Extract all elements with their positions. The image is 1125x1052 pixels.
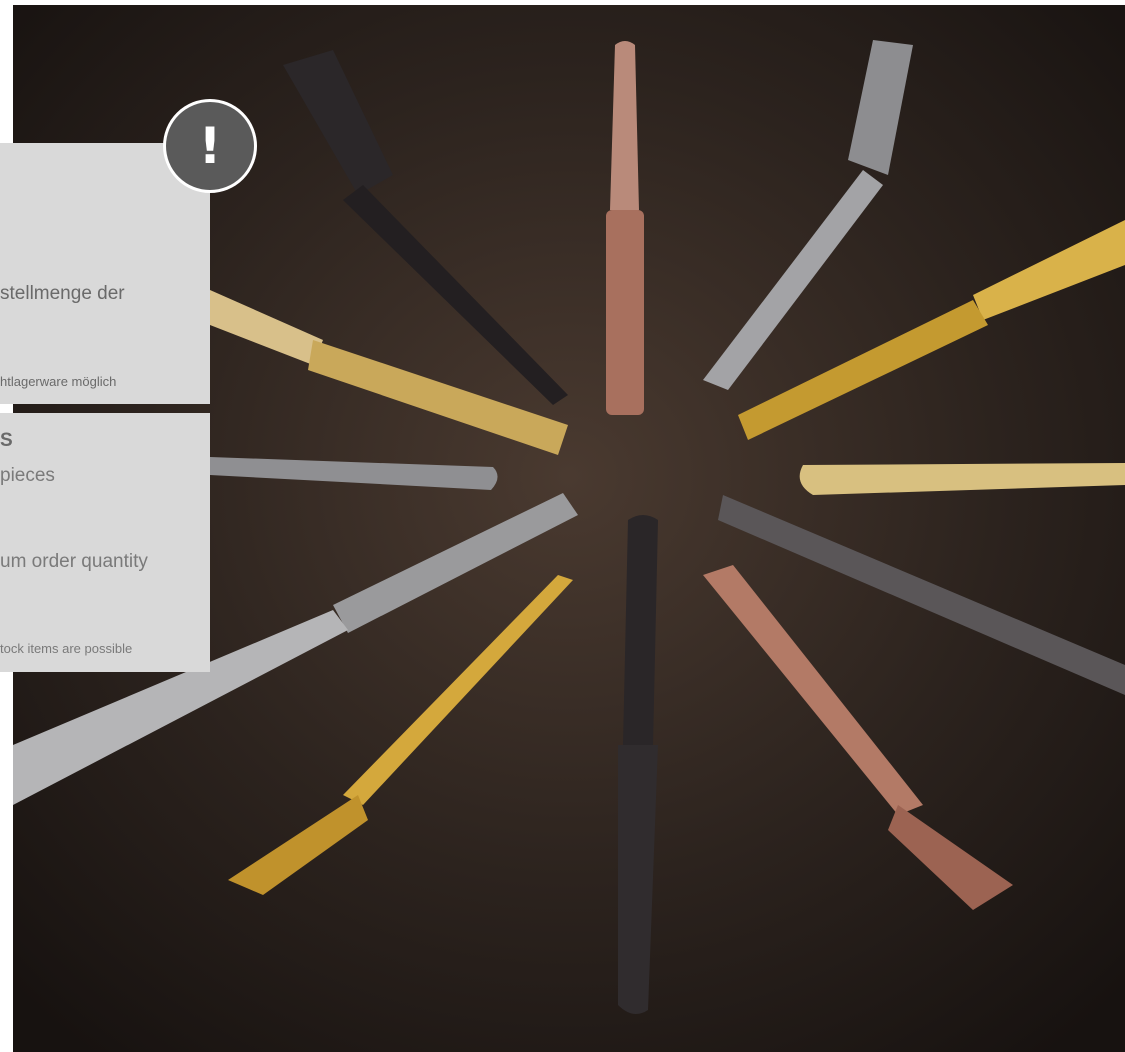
english-pieces-text: pieces xyxy=(0,465,55,486)
english-note-text: tock items are possible xyxy=(0,641,133,656)
english-heading: S xyxy=(0,430,13,451)
exclamation-icon: ! xyxy=(163,99,257,193)
info-panel-english: S pieces um order quantity tock items ar… xyxy=(0,413,210,672)
exclamation-glyph: ! xyxy=(198,117,222,175)
info-panel-german: stellmenge der htlagerware möglich xyxy=(0,143,210,404)
german-note-text: htlagerware möglich xyxy=(0,374,117,389)
english-quantity-text: um order quantity xyxy=(0,551,148,572)
german-quantity-text: stellmenge der xyxy=(0,283,125,304)
